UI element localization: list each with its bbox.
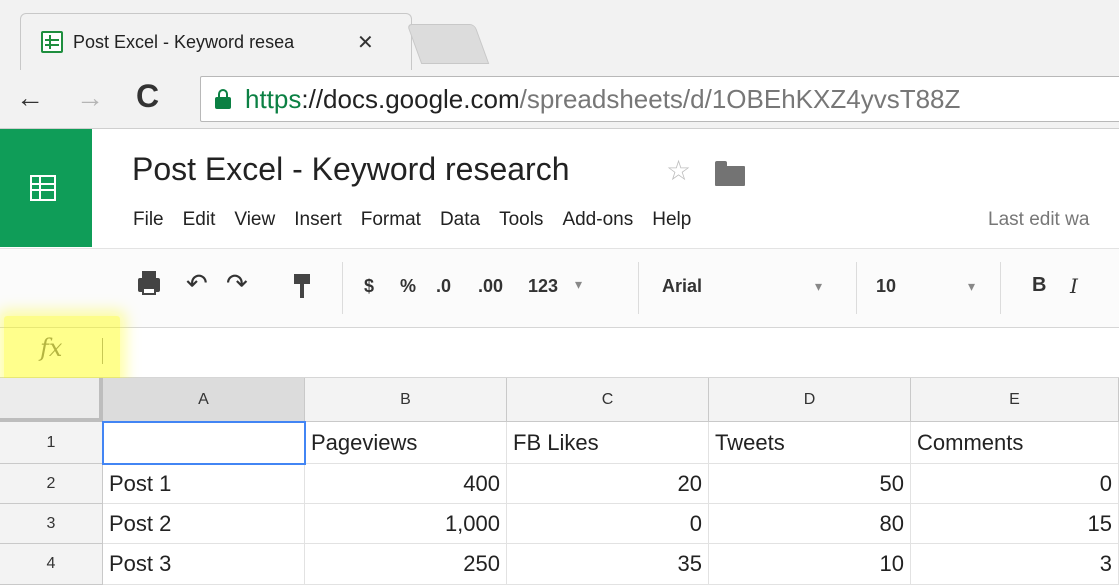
italic-button[interactable]: I <box>1070 274 1078 298</box>
menu-insert[interactable]: Insert <box>294 209 342 235</box>
currency-format-button[interactable]: $ <box>364 276 374 297</box>
font-size-select[interactable]: 10 <box>876 276 896 297</box>
sheets-home-button[interactable] <box>0 129 92 247</box>
column-header-c[interactable]: C <box>507 378 709 422</box>
url-separator: :// <box>301 83 324 114</box>
toolbar-separator <box>638 262 639 314</box>
font-size-dropdown-icon[interactable]: ▾ <box>968 278 975 295</box>
toolbar-separator <box>1000 262 1001 314</box>
font-family-dropdown-icon[interactable]: ▾ <box>815 278 822 295</box>
last-edit-link[interactable]: Last edit wa <box>988 209 1089 231</box>
decrease-decimal-button[interactable]: .0 <box>436 276 451 297</box>
cell-c3[interactable]: 0 <box>507 504 709 544</box>
row-header-4[interactable]: 4 <box>0 544 103 585</box>
cell-d1[interactable]: Tweets <box>709 422 911 464</box>
percent-format-button[interactable]: % <box>400 276 416 297</box>
number-format-dropdown-icon[interactable]: ▾ <box>575 276 582 293</box>
row-header-1[interactable]: 1 <box>0 422 103 464</box>
undo-icon[interactable]: ↶ <box>186 268 208 299</box>
menu-tools[interactable]: Tools <box>499 209 543 235</box>
sheets-logo-icon <box>30 175 56 201</box>
select-all-corner[interactable] <box>0 378 103 422</box>
document-title[interactable]: Post Excel - Keyword research <box>132 151 570 188</box>
cell-b4[interactable]: 250 <box>305 544 507 585</box>
cell-a4[interactable]: Post 3 <box>103 544 305 585</box>
cell-d3[interactable]: 80 <box>709 504 911 544</box>
toolbar-separator <box>856 262 857 314</box>
cell-d4[interactable]: 10 <box>709 544 911 585</box>
folder-icon[interactable] <box>715 161 745 186</box>
cell-b3[interactable]: 1,000 <box>305 504 507 544</box>
column-header-e[interactable]: E <box>911 378 1119 422</box>
menu-file[interactable]: File <box>133 209 164 235</box>
cell-a2[interactable]: Post 1 <box>103 464 305 504</box>
menu-help[interactable]: Help <box>652 209 691 235</box>
column-header-d[interactable]: D <box>709 378 911 422</box>
cell-e1[interactable]: Comments <box>911 422 1119 464</box>
url-scheme: https <box>245 83 302 114</box>
redo-icon[interactable]: ↷ <box>226 268 248 299</box>
address-bar[interactable]: https://docs.google.com/spreadsheets/d/1… <box>200 76 1119 122</box>
address-toolbar: ← → C https://docs.google.com/spreadshee… <box>0 70 1119 129</box>
font-family-select[interactable]: Arial <box>662 276 702 297</box>
row-header-2[interactable]: 2 <box>0 464 103 504</box>
cell-e3[interactable]: 15 <box>911 504 1119 544</box>
paint-format-icon[interactable] <box>294 274 310 298</box>
tab-title: Post Excel - Keyword resea <box>73 31 295 52</box>
row-header-3[interactable]: 3 <box>0 504 103 544</box>
sheets-favicon-icon <box>41 31 63 53</box>
column-header-b[interactable]: B <box>305 378 507 422</box>
fx-icon: fx <box>40 334 63 362</box>
reload-icon[interactable]: C <box>136 78 159 115</box>
formatting-toolbar <box>0 248 1119 328</box>
menu-format[interactable]: Format <box>361 209 421 235</box>
cell-c4[interactable]: 35 <box>507 544 709 585</box>
tab-close-icon[interactable]: ✕ <box>357 30 374 55</box>
menu-data[interactable]: Data <box>440 209 480 235</box>
menu-bar: File Edit View Insert Format Data Tools … <box>133 209 710 235</box>
cell-a1[interactable] <box>103 422 305 464</box>
url-host: docs.google.com <box>323 83 520 114</box>
formula-input[interactable] <box>120 332 1110 372</box>
cell-c2[interactable]: 20 <box>507 464 709 504</box>
print-icon[interactable] <box>138 271 160 295</box>
url-path: /spreadsheets/d/1OBEhKXZ4yvsT88Z <box>519 83 961 114</box>
number-format-button[interactable]: 123 <box>528 276 558 297</box>
back-arrow-icon[interactable]: ← <box>16 82 44 114</box>
star-icon[interactable]: ☆ <box>666 154 691 187</box>
toolbar-separator <box>342 262 343 314</box>
cell-e4[interactable]: 3 <box>911 544 1119 585</box>
bold-button[interactable]: B <box>1032 274 1046 297</box>
cell-c1[interactable]: FB Likes <box>507 422 709 464</box>
cell-e2[interactable]: 0 <box>911 464 1119 504</box>
menu-edit[interactable]: Edit <box>183 209 216 235</box>
cell-b1[interactable]: Pageviews <box>305 422 507 464</box>
menu-view[interactable]: View <box>234 209 275 235</box>
url-text: https://docs.google.com/spreadsheets/d/1… <box>245 84 960 115</box>
browser-tab[interactable]: Post Excel - Keyword resea ✕ <box>20 13 412 70</box>
cell-a3[interactable]: Post 2 <box>103 504 305 544</box>
lock-icon <box>215 89 231 109</box>
forward-arrow-icon[interactable]: → <box>76 82 104 114</box>
cell-d2[interactable]: 50 <box>709 464 911 504</box>
cell-b2[interactable]: 400 <box>305 464 507 504</box>
formula-divider <box>102 338 103 364</box>
new-tab-button[interactable] <box>406 24 490 64</box>
column-header-a[interactable]: A <box>103 378 305 422</box>
increase-decimal-button[interactable]: .00 <box>478 276 503 297</box>
menu-add-ons[interactable]: Add-ons <box>562 209 633 235</box>
